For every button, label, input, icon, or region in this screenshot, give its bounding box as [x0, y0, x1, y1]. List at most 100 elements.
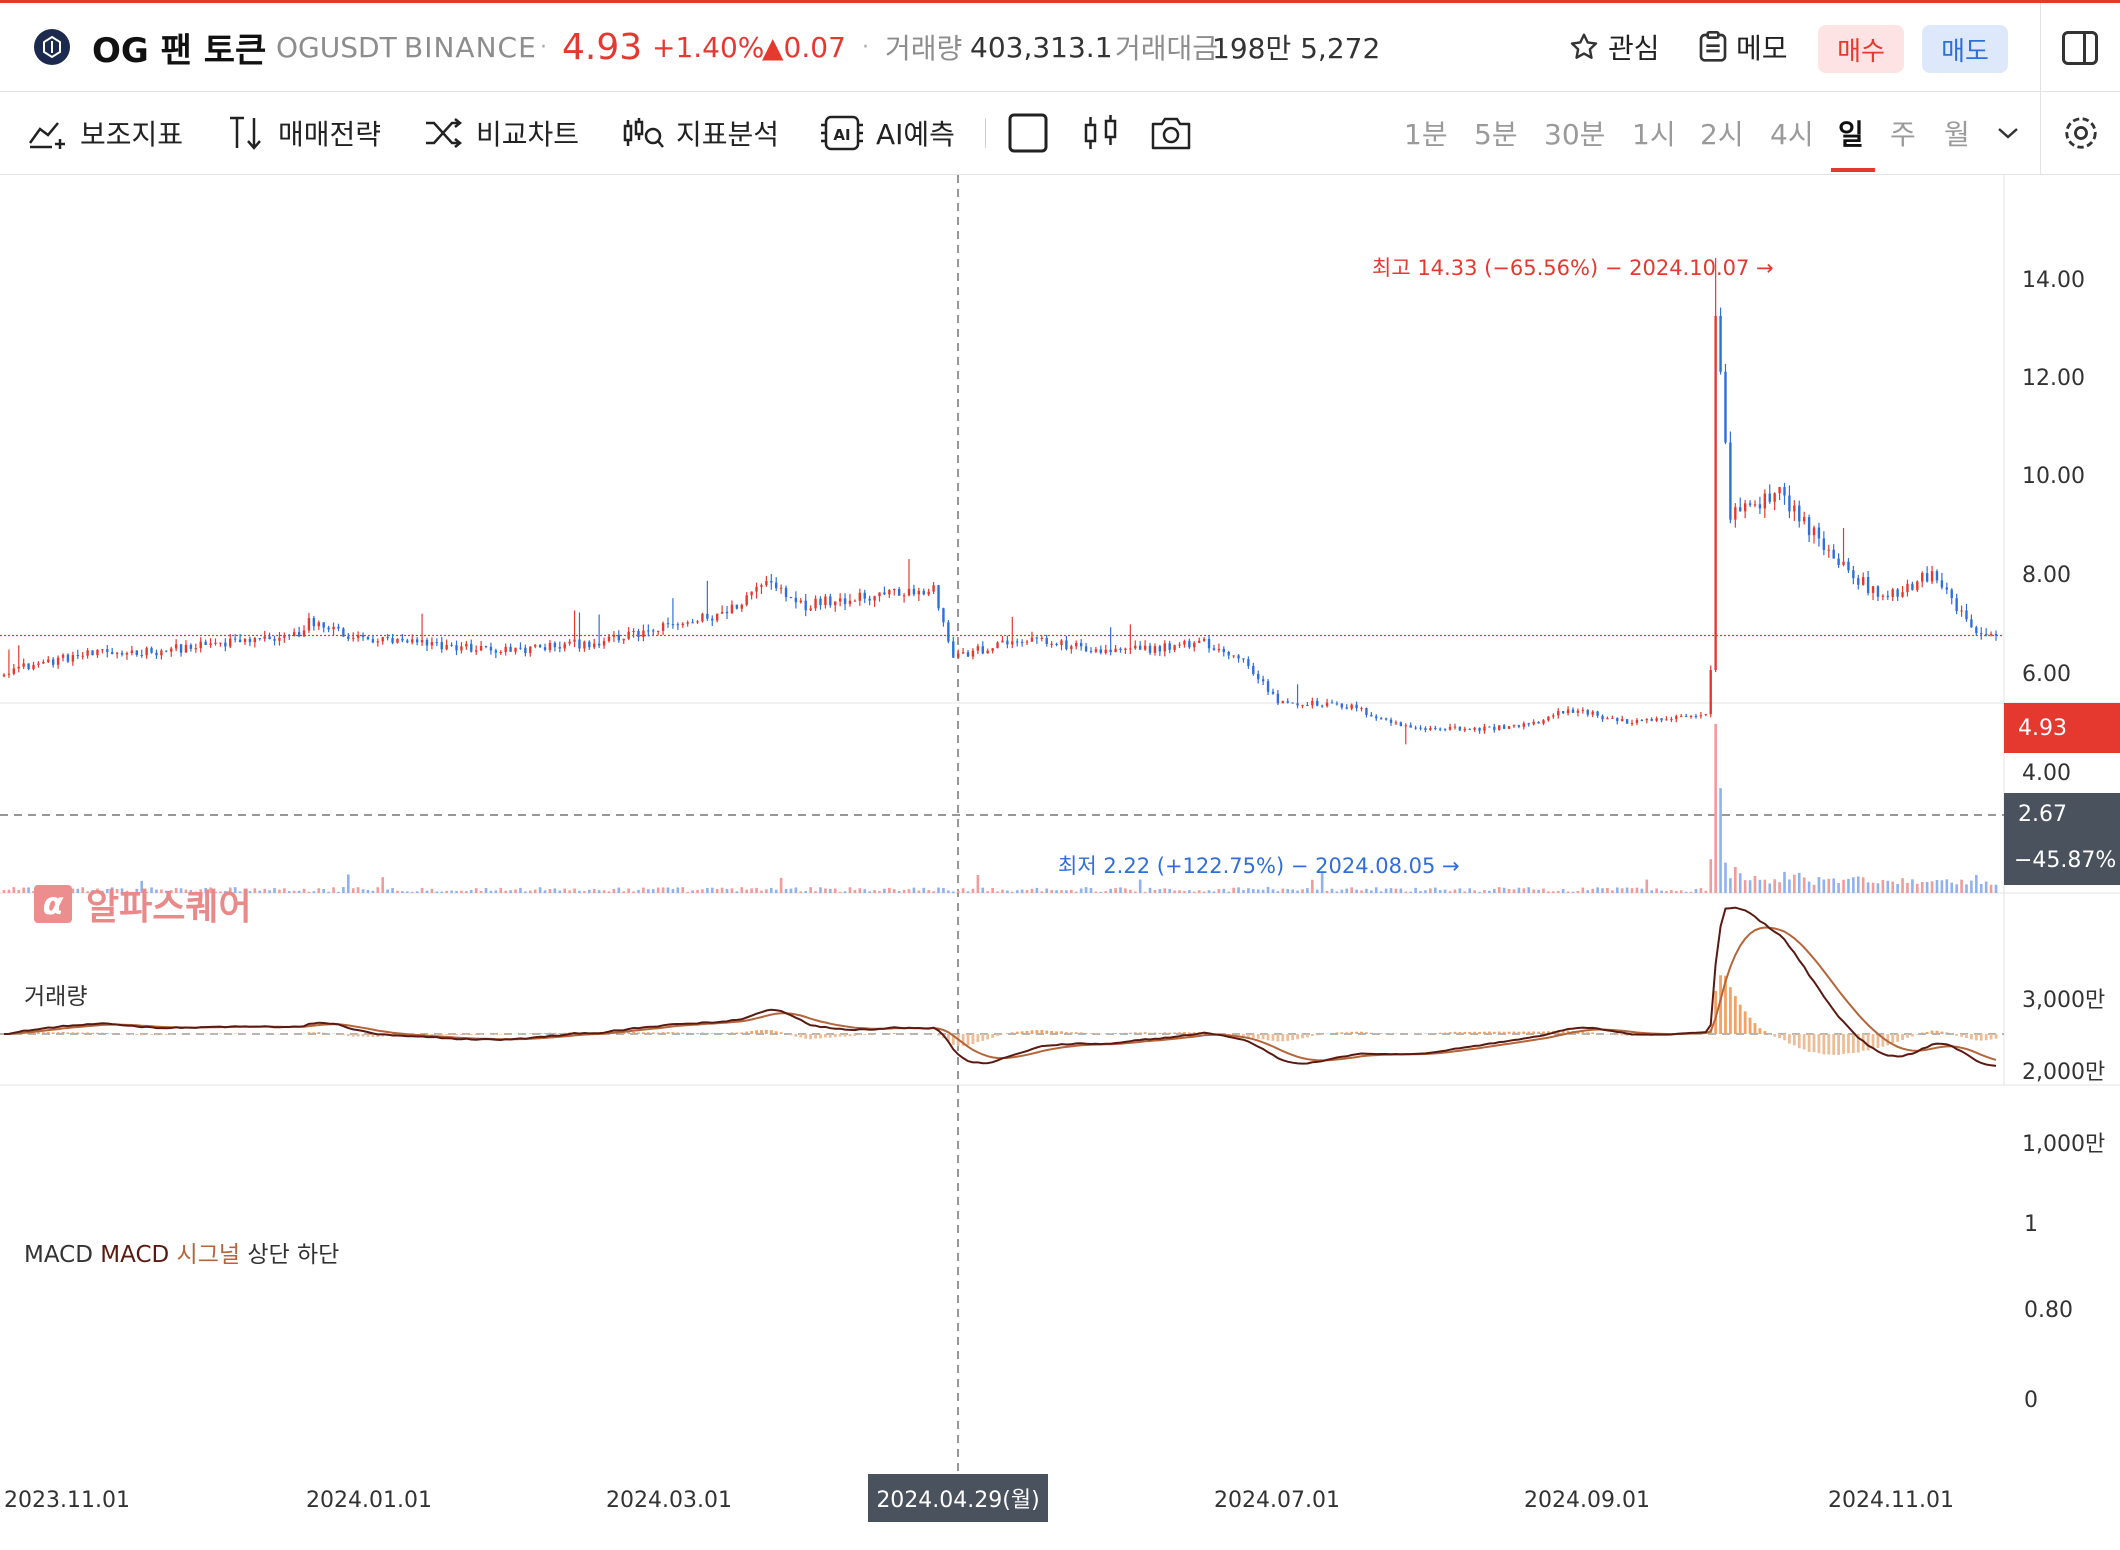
volume-bar	[1168, 889, 1171, 893]
volume-bar	[666, 887, 670, 893]
ai-forecast-button[interactable]: AI AI예측	[820, 92, 955, 174]
timeframe-week[interactable]: 주	[1890, 92, 1916, 174]
settings-button[interactable]	[2062, 92, 2100, 174]
volume-bar	[907, 889, 911, 893]
candle-body	[583, 641, 586, 649]
macd-histogram-bar	[76, 1032, 80, 1034]
volume-bar	[1891, 881, 1895, 893]
volume-bar	[691, 890, 694, 893]
volume-bar	[1094, 891, 1098, 893]
favorite-button[interactable]: 관심	[1568, 3, 1660, 91]
volume-bar	[971, 888, 975, 893]
timeframe-2h[interactable]: 2시	[1700, 92, 1744, 174]
layout-button[interactable]	[1008, 92, 1048, 174]
analysis-button[interactable]: 지표분석	[622, 92, 779, 174]
timeframe-more-button[interactable]	[1996, 92, 2020, 174]
candle-body	[1070, 646, 1073, 650]
candle-body	[322, 622, 325, 628]
volume-bar	[1674, 891, 1678, 893]
crosshair-percent-tag: −45.87%	[2004, 835, 2120, 885]
volume-bar	[1901, 878, 1904, 893]
candle-body	[1611, 717, 1614, 719]
compare-button[interactable]: 비교차트	[424, 92, 579, 174]
ai-chip-icon: AI	[821, 115, 863, 151]
volume-bar	[1517, 887, 1521, 893]
candle-body	[883, 592, 886, 595]
strategy-button[interactable]: 매매전략	[226, 92, 381, 174]
candle-body	[1984, 633, 1988, 635]
macd-histogram-bar	[37, 1032, 40, 1034]
candle-body	[1680, 716, 1683, 718]
macd-histogram-bar	[656, 1032, 660, 1034]
macd-histogram-bar	[366, 1034, 370, 1037]
chart-area[interactable]	[0, 175, 2120, 1475]
volume-bar	[1842, 879, 1845, 893]
candle-body	[1921, 573, 1924, 582]
macd-histogram-bar	[848, 1034, 852, 1037]
candle-body	[47, 659, 50, 663]
candle-body	[445, 644, 448, 650]
candle-body	[755, 586, 758, 592]
volume-bar	[1704, 890, 1708, 893]
candle-body	[1237, 655, 1240, 659]
candle-body	[1940, 580, 1944, 588]
memo-icon	[1699, 31, 1727, 62]
candle-body	[1453, 726, 1457, 728]
macd-histogram-bar	[937, 1034, 940, 1036]
candle-body	[917, 590, 921, 595]
volume-bar	[1414, 887, 1417, 893]
candle-body	[1320, 705, 1324, 707]
volume-bar	[396, 890, 399, 893]
volume-pane-label: 거래량	[24, 984, 88, 1010]
macd-histogram-bar	[1005, 1033, 1009, 1034]
candle-style-button[interactable]	[1082, 92, 1120, 174]
memo-button[interactable]: 메모	[1698, 3, 1788, 91]
timeframe-1m[interactable]: 1분	[1404, 92, 1448, 174]
macd-histogram-bar	[1355, 1031, 1358, 1034]
candle-body	[1379, 718, 1383, 720]
timeframe-4h[interactable]: 4시	[1770, 92, 1814, 174]
volume-bar	[1596, 887, 1599, 893]
candle-body	[258, 637, 261, 639]
volume-bar	[1276, 891, 1280, 893]
candle-body	[1099, 649, 1103, 653]
timeframe-month[interactable]: 월	[1944, 92, 1970, 174]
candle-body	[720, 611, 724, 614]
timeframe-5m[interactable]: 5분	[1474, 92, 1518, 174]
candle-body	[1507, 726, 1511, 729]
macd-histogram-bar	[755, 1030, 758, 1034]
candle-body	[1542, 720, 1545, 724]
screenshot-button[interactable]	[1150, 92, 1192, 174]
volume-bar	[1876, 883, 1880, 893]
candle-body	[1758, 504, 1762, 509]
volume-bar	[1202, 891, 1206, 893]
candle-body	[691, 622, 694, 624]
coin-name: OG 팬 토큰	[92, 30, 267, 71]
volume-bar	[563, 888, 567, 893]
volume-bar	[794, 887, 798, 893]
candle-body	[878, 592, 881, 597]
volume-value: 403,313.1	[970, 30, 1113, 64]
macd-histogram-bar	[1256, 1034, 1260, 1039]
buy-button[interactable]: 매수	[1818, 25, 1904, 73]
volume-bar	[1468, 888, 1472, 893]
macd-histogram-bar	[1133, 1032, 1137, 1034]
macd-histogram-bar	[56, 1032, 60, 1034]
price-chart[interactable]	[0, 175, 2120, 1475]
indicators-button[interactable]: 보조지표	[28, 92, 183, 174]
candle-body	[745, 595, 748, 605]
volume-bar	[715, 889, 719, 893]
macd-histogram-bar	[1974, 1034, 1978, 1041]
volume-bar	[583, 891, 586, 893]
timeframe-day[interactable]: 일	[1838, 92, 1864, 174]
candlestick-icon	[1084, 115, 1117, 149]
timeframe-1h[interactable]: 1시	[1632, 92, 1676, 174]
sidebar-toggle-icon[interactable]	[2062, 31, 2098, 65]
sell-button[interactable]: 매도	[1922, 25, 2008, 73]
macd-histogram-bar	[440, 1034, 444, 1036]
candle-body	[494, 650, 498, 653]
volume-bar	[902, 889, 906, 893]
timeframe-30m[interactable]: 30분	[1544, 92, 1605, 174]
macd-histogram-bar	[1291, 1034, 1295, 1041]
candle-body	[593, 643, 596, 648]
